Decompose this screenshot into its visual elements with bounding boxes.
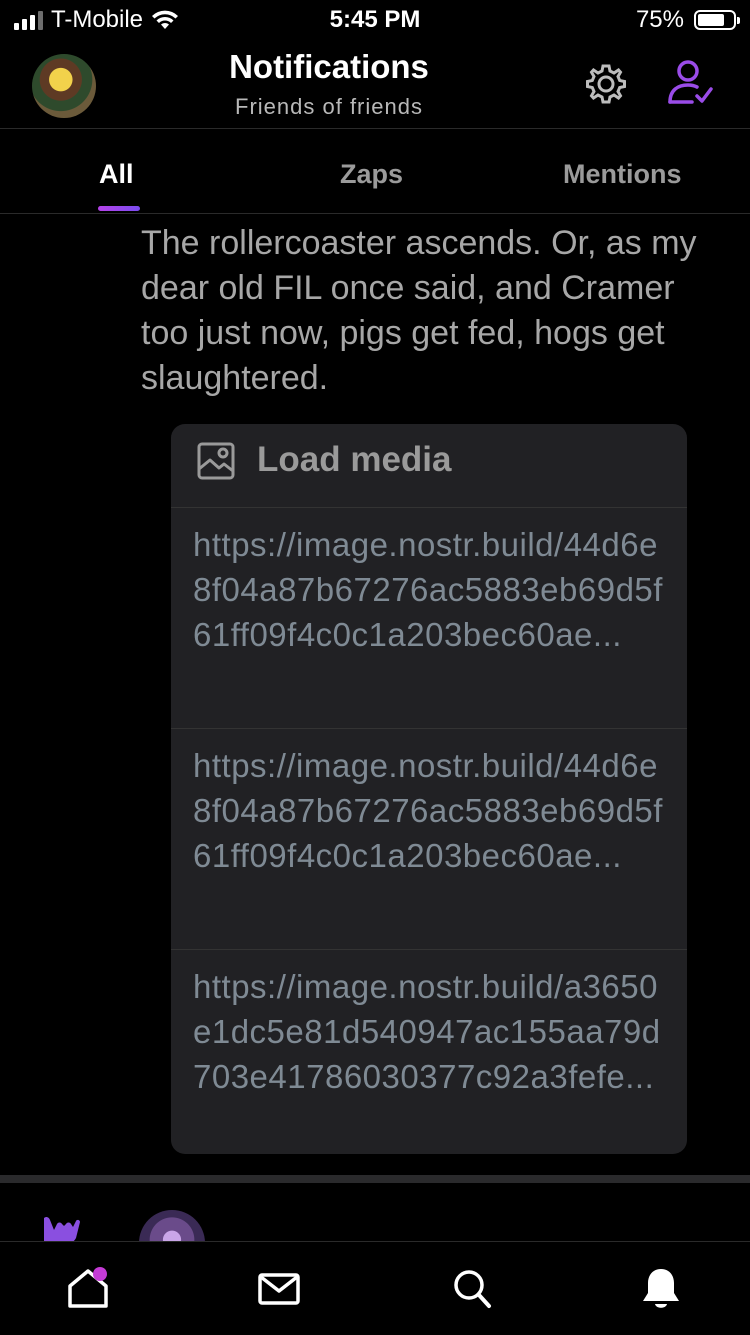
nav-messages[interactable] — [258, 1266, 300, 1315]
load-media-button[interactable]: Load media — [171, 424, 687, 508]
media-link[interactable]: https://image.nostr.build/44d6e8f04a87b6… — [193, 522, 673, 657]
image-icon — [197, 442, 235, 480]
search-icon — [454, 1270, 491, 1308]
notification-tabs: All Zaps Mentions — [0, 129, 750, 213]
media-link[interactable]: https://image.nostr.build/a3650e1dc5e81d… — [193, 964, 673, 1099]
tab-zaps[interactable]: Zaps — [340, 159, 403, 190]
post-text[interactable]: The rollercoaster ascends. Or, as my dea… — [141, 221, 731, 401]
media-link-row[interactable]: https://image.nostr.build/a3650e1dc5e81d… — [171, 950, 687, 1154]
media-card: Load media https://image.nostr.build/44d… — [171, 424, 687, 1154]
status-bar: T-Mobile 5:45 PM 75% — [0, 0, 750, 42]
media-link-row[interactable]: https://image.nostr.build/44d6e8f04a87b6… — [171, 729, 687, 950]
bottom-nav — [0, 1241, 750, 1335]
media-link[interactable]: https://image.nostr.build/44d6e8f04a87b6… — [193, 743, 673, 878]
nav-home[interactable] — [66, 1266, 110, 1315]
app-header: Notifications Friends of friends — [0, 42, 750, 128]
nav-search[interactable] — [451, 1266, 493, 1315]
notification-separator — [0, 1175, 750, 1183]
gear-icon[interactable] — [584, 62, 628, 106]
unread-dot — [93, 1267, 107, 1281]
battery-icon — [694, 10, 740, 30]
active-tab-indicator — [98, 206, 140, 211]
mail-icon — [258, 1273, 300, 1305]
battery-percent: 75% — [635, 6, 684, 33]
page-title: Notifications — [229, 48, 429, 85]
bell-icon — [643, 1269, 679, 1308]
nav-notifications[interactable] — [640, 1266, 682, 1317]
battery-status: 75% — [635, 6, 740, 34]
load-media-label: Load media — [257, 440, 452, 479]
tabs-divider — [0, 213, 750, 214]
feed-filter-label[interactable]: Friends of friends — [0, 94, 658, 120]
user-check-icon[interactable] — [666, 58, 714, 108]
tab-all[interactable]: All — [99, 159, 134, 190]
media-link-row[interactable]: https://image.nostr.build/44d6e8f04a87b6… — [171, 508, 687, 729]
shaka-hand-icon — [44, 1216, 80, 1244]
tab-mentions[interactable]: Mentions — [563, 159, 682, 190]
